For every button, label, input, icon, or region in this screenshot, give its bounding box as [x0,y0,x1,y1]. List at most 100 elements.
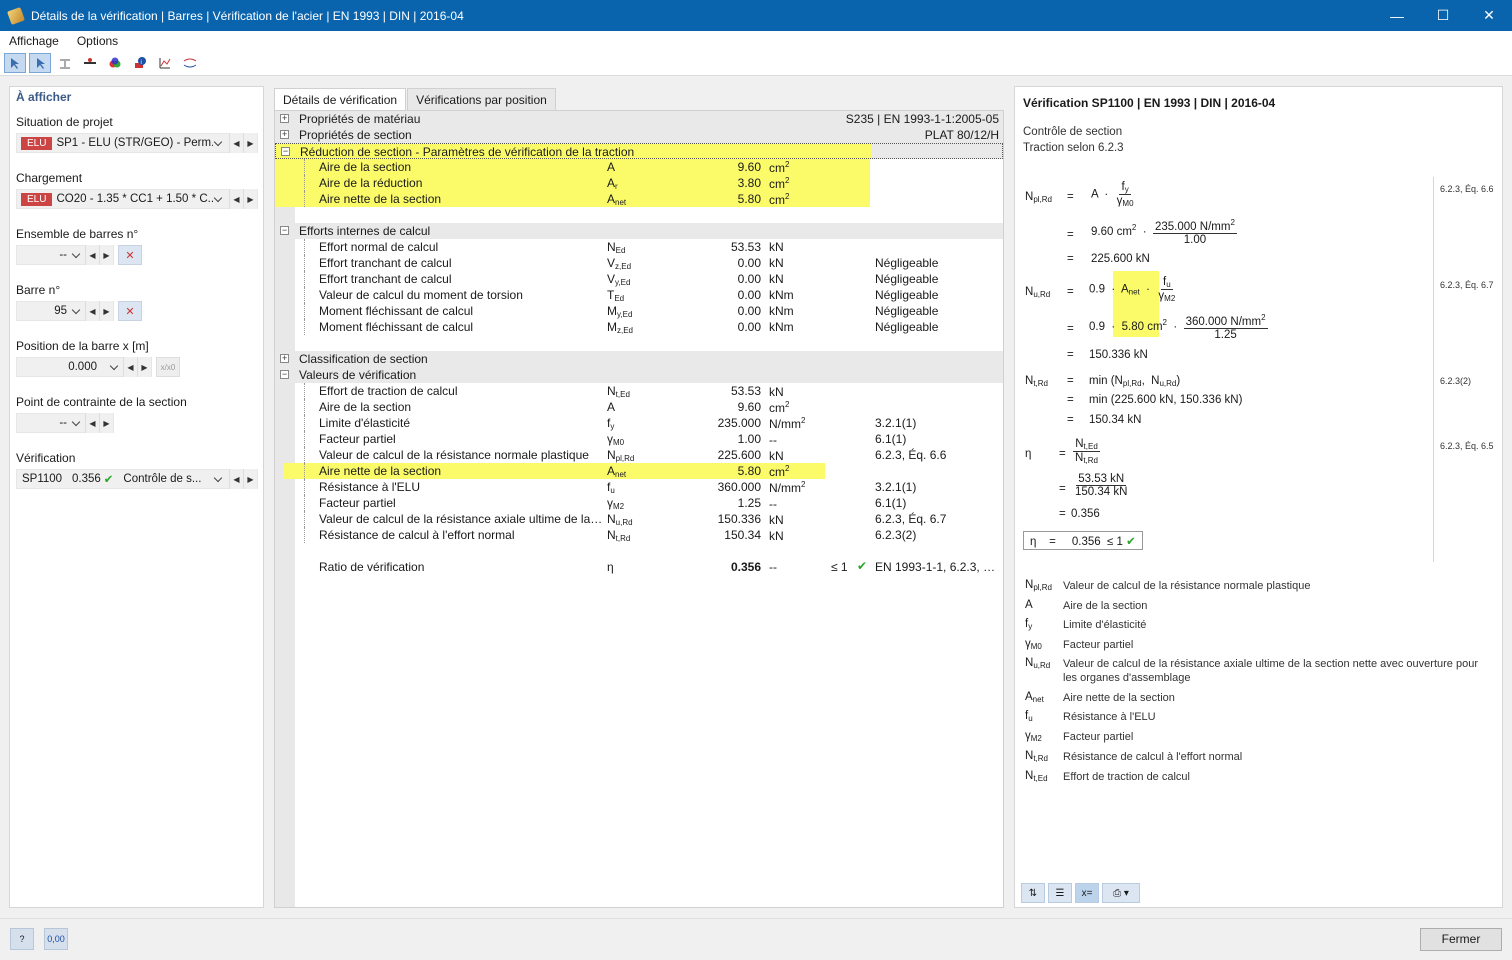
pick-member-icon[interactable]: ✕ [118,301,142,321]
table-row: Valeur de calcul de la résistance normal… [275,447,1003,463]
next-arrow-icon[interactable]: ▶ [137,357,151,377]
verif-id: SP1100 [22,473,63,485]
next-arrow-icon[interactable]: ▶ [243,189,257,209]
chevron-down-icon[interactable] [71,250,81,260]
verification-subtitle-2: Traction selon 6.2.3 [1023,142,1124,154]
section-icon[interactable] [54,53,76,73]
relative-position-icon[interactable]: x/x0 [156,357,180,377]
group-title: Propriétés de section [299,128,412,142]
table-row: Aire de la réduction Ar 3.80 cm2 [275,175,1003,191]
formula-icon[interactable]: x= [1075,883,1099,903]
details-grid: + Propriétés de matériau S235 | EN 1993-… [274,110,1004,908]
expand-plus-icon[interactable]: + [280,114,289,123]
group-title: Classification de section [299,352,428,366]
result-diagram-icon[interactable] [179,53,201,73]
pointer-select-icon[interactable] [4,53,26,73]
legend-description: Valeur de calcul de la résistance normal… [1063,580,1311,592]
situation-select[interactable]: ELU SP1 - ELU (STR/GEO) - Perm... ◀ ▶ [16,133,258,153]
situation-label: Situation de projet [16,115,113,129]
collapse-minus-icon[interactable]: − [280,226,289,235]
menu-options[interactable]: Options [68,34,127,48]
menu-affichage[interactable]: Affichage [0,34,68,48]
help-icon[interactable]: ? [10,928,34,950]
legend-symbol: γM0 [1025,638,1042,651]
next-arrow-icon[interactable]: ▶ [99,301,113,321]
close-window-button[interactable]: ✕ [1466,0,1512,31]
chevron-down-icon[interactable] [213,474,223,484]
pointer-multi-icon[interactable] [29,53,51,73]
prev-arrow-icon[interactable]: ◀ [85,413,99,433]
print-icon[interactable]: ⎙ ▾ [1102,883,1140,903]
prev-arrow-icon[interactable]: ◀ [229,133,243,153]
list-icon[interactable]: ☰ [1048,883,1072,903]
group-section-props[interactable]: + Propriétés de section PLAT 80/12/H [275,127,1003,143]
group-check-values[interactable]: − Valeurs de vérification [275,367,1003,383]
elu-badge: ELU [21,136,53,150]
expand-plus-icon[interactable]: + [280,354,289,363]
chevron-down-icon[interactable] [71,418,81,428]
verif-select[interactable]: SP1100 0.356 ✔ Contrôle de s... ◀ ▶ [16,469,258,489]
units-button[interactable]: 0,00 [44,928,68,950]
table-row: Aire de la section A 9.60 cm2 [275,159,1003,175]
position-select[interactable]: 0.000 ◀ ▶ [16,357,152,377]
chevron-down-icon[interactable] [213,194,223,204]
prev-arrow-icon[interactable]: ◀ [123,357,137,377]
group-material[interactable]: + Propriétés de matériau S235 | EN 1993-… [275,111,1003,127]
navigator-panel: À afficher Situation de projet ELU SP1 -… [9,86,264,908]
close-button[interactable]: Fermer [1420,928,1502,951]
colors-icon[interactable] [104,53,126,73]
section-value: PLAT 80/12/H [924,128,999,142]
ref-623-2: 6.2.3(2) [1440,376,1472,386]
prev-arrow-icon[interactable]: ◀ [229,469,243,489]
barre-select[interactable]: 95 ◀ ▶ [16,301,114,321]
tab-by-position[interactable]: Vérifications par position [407,88,556,110]
ensemble-select[interactable]: -- ◀ ▶ [16,245,114,265]
formula-nt: Nt,Rd [1025,375,1048,388]
expand-plus-icon[interactable]: + [280,130,289,139]
swap-icon[interactable]: ⇅ [1021,883,1045,903]
barre-value: 95 [54,305,67,317]
maximize-button[interactable]: ☐ [1420,0,1466,31]
chargement-select[interactable]: ELU CO20 - 1.35 * CC1 + 1.50 * C... ◀ ▶ [16,189,258,209]
barre-label: Barre n° [16,283,61,297]
group-classification[interactable]: + Classification de section [275,351,1003,367]
chevron-down-icon[interactable] [109,362,119,372]
diagram-icon[interactable] [154,53,176,73]
prev-arrow-icon[interactable]: ◀ [229,189,243,209]
check-icon: ✔ [103,474,114,486]
table-row: Limite d'élasticité fy 235.000 N/mm2 3.2.1(1… [275,415,1003,431]
material-value: S235 | EN 1993-1-1:2005-05 [845,112,999,126]
point-select[interactable]: -- ◀ ▶ [16,413,114,433]
prev-arrow-icon[interactable]: ◀ [85,245,99,265]
prev-arrow-icon[interactable]: ◀ [85,301,99,321]
tab-details[interactable]: Détails de vérification [274,88,407,110]
next-arrow-icon[interactable]: ▶ [243,133,257,153]
verif-label: Vérification [16,451,76,465]
next-arrow-icon[interactable]: ▶ [243,469,257,489]
minimize-button[interactable]: — [1374,0,1420,31]
next-arrow-icon[interactable]: ▶ [99,413,113,433]
legend-description: Valeur de calcul de la résistance axiale… [1063,658,1478,684]
next-arrow-icon[interactable]: ▶ [99,245,113,265]
group-internal-forces[interactable]: − Efforts internes de calcul [275,223,1003,239]
group-title: Valeurs de vérification [299,368,417,382]
info-icon[interactable]: i [129,53,151,73]
legend-symbol: Anet [1025,691,1044,704]
legend-symbol: γM2 [1025,730,1042,743]
chevron-down-icon[interactable] [213,138,223,148]
legend-symbol: Npl,Rd [1025,579,1052,592]
collapse-minus-icon[interactable]: − [280,370,289,379]
collapse-minus-icon[interactable]: − [281,147,290,156]
group-reduction[interactable]: − Réduction de section - Paramètres de v… [275,143,1003,159]
member-icon[interactable] [79,53,101,73]
formula-eta: η [1025,448,1032,460]
ref-eq67: 6.2.3, Éq. 6.7 [1440,280,1494,290]
legend-description: Effort de traction de calcul [1063,771,1190,783]
details-panel: Détails de vérification Vérifications pa… [274,86,1004,908]
legend-symbol: fy [1025,618,1033,631]
pick-member-set-icon[interactable]: ✕ [118,245,142,265]
chevron-down-icon[interactable] [71,306,81,316]
legend-symbol: A [1025,599,1033,611]
chargement-label: Chargement [16,171,83,185]
verif-text: Contrôle de s... [123,473,202,485]
